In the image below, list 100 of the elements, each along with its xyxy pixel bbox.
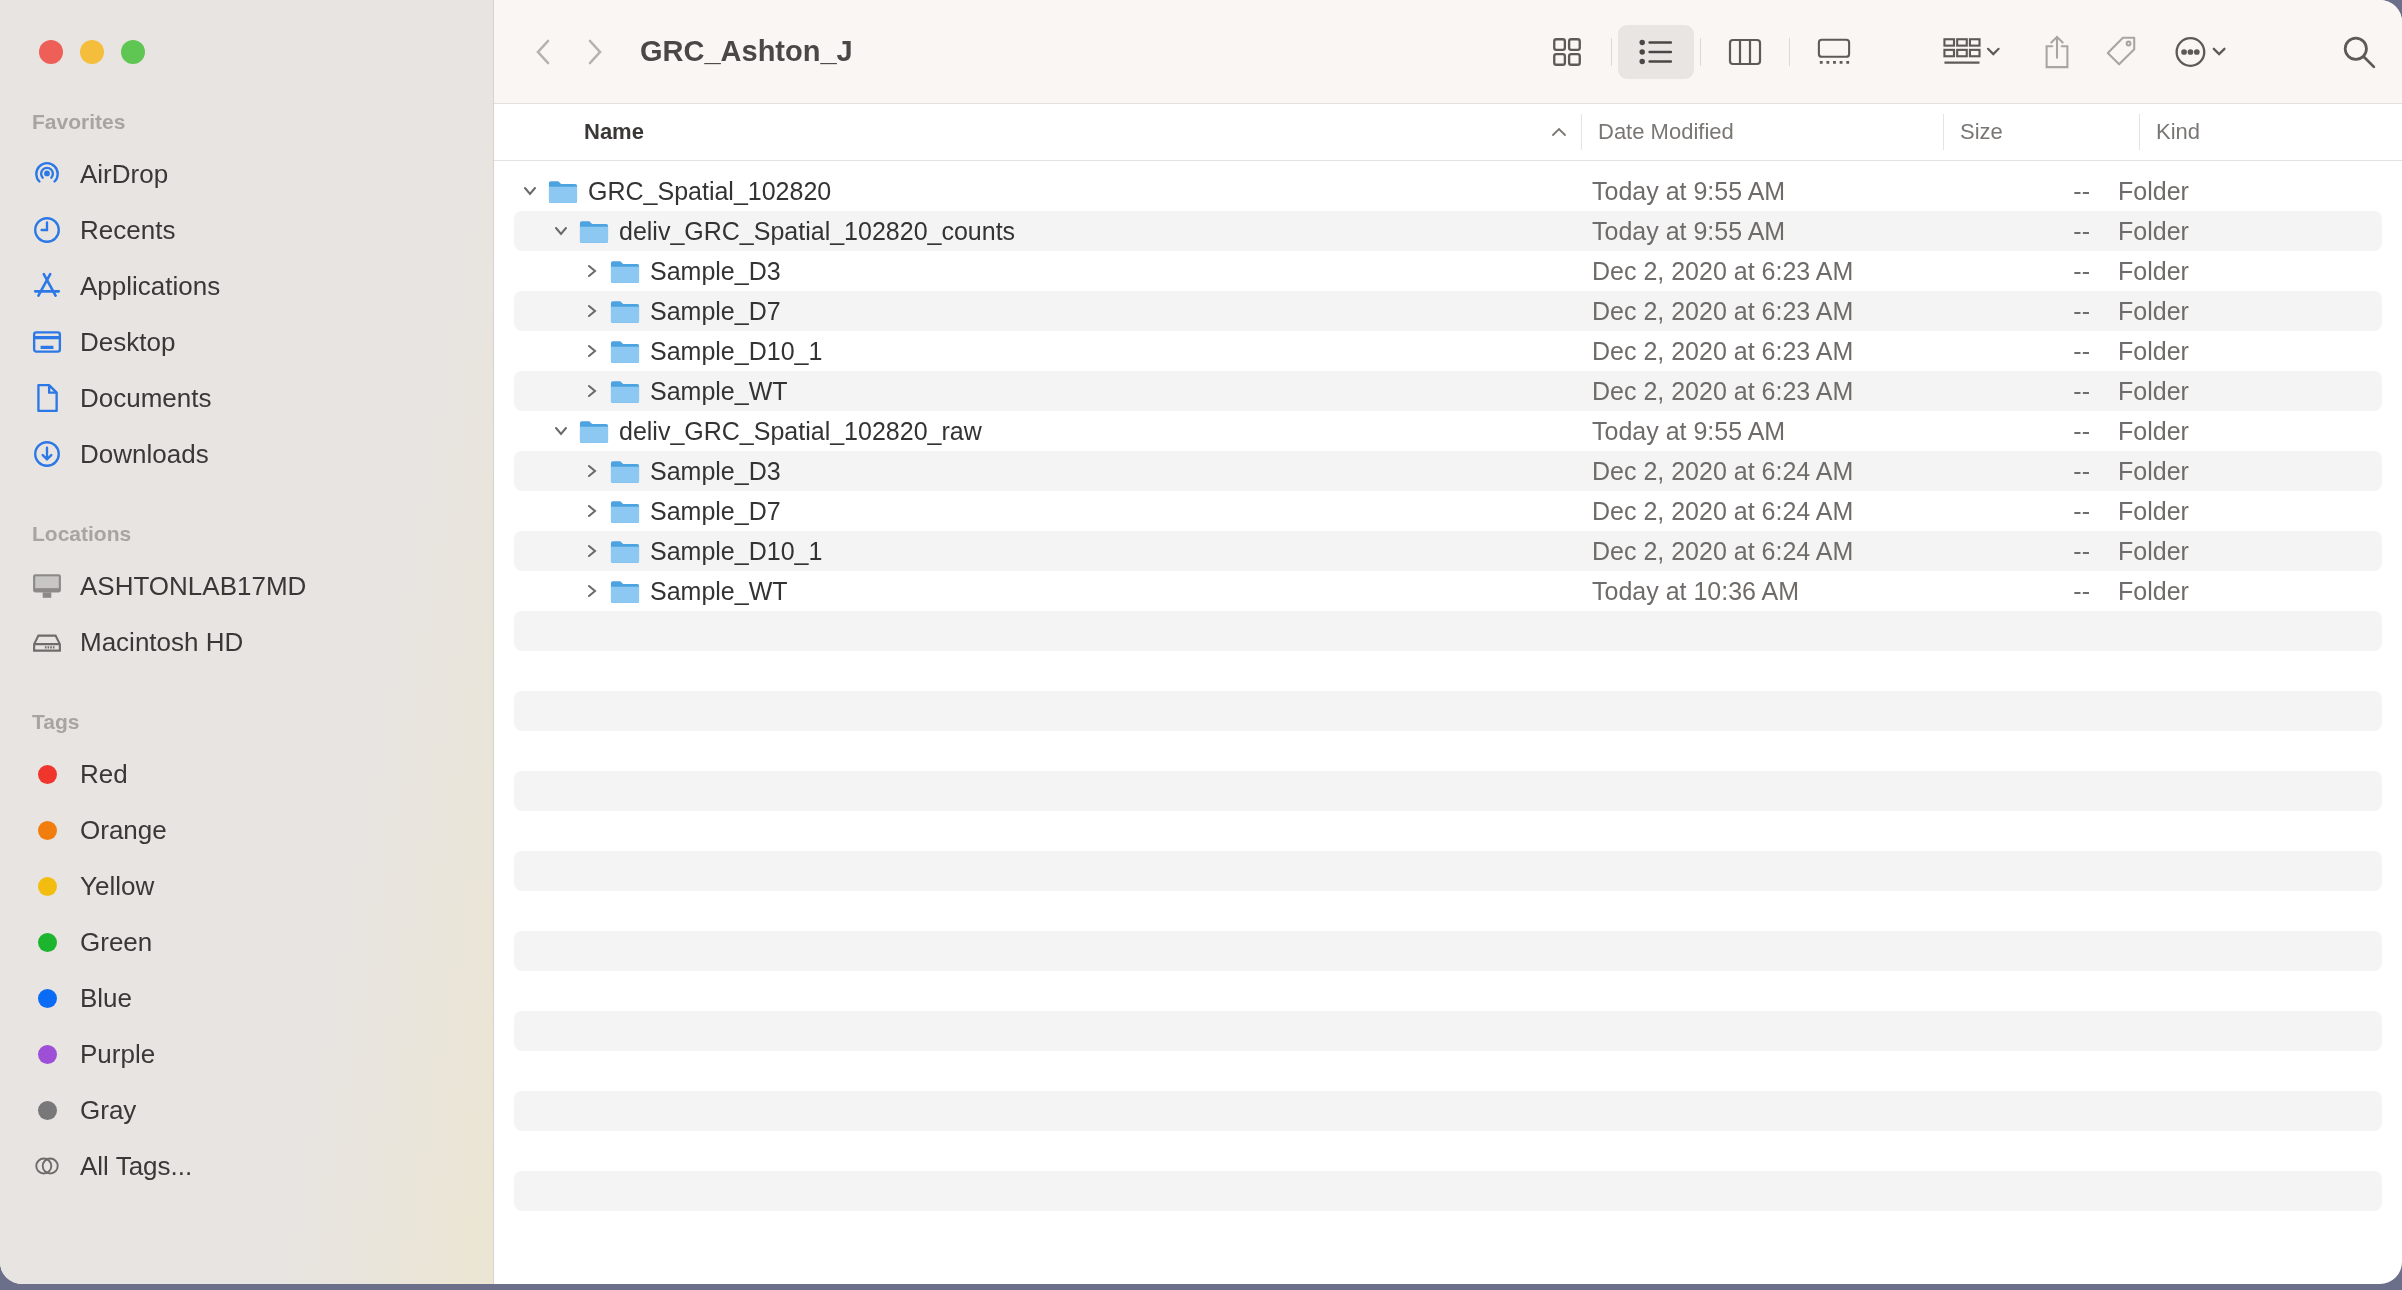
sidebar-item[interactable]: All Tags... [32, 1138, 493, 1194]
column-header[interactable]: Kind [2140, 114, 2402, 150]
file-row[interactable]: Sample_D3 Dec 2, 2020 at 6:24 AM -- Folder [514, 451, 2382, 491]
date-modified-cell-text: Today at 10:36 AM [1591, 576, 1801, 606]
sidebar-section-heading: Tags [32, 710, 81, 735]
sidebar-item[interactable]: ASHTONLAB17MD [32, 558, 493, 614]
folder-icon [548, 178, 578, 204]
sidebar-section-heading: Locations [32, 522, 133, 547]
file-row[interactable]: Sample_D3 Dec 2, 2020 at 6:23 AM -- Folder [514, 251, 2382, 291]
size-cell-text: -- [2072, 456, 2090, 486]
date-modified-cell-text: Dec 2, 2020 at 6:24 AM [1591, 496, 1855, 526]
file-name: deliv_GRC_Spatial_102820_counts [619, 216, 1016, 246]
sidebar-item[interactable]: Gray [32, 1082, 493, 1138]
size-cell-text: -- [2072, 296, 2090, 326]
ellipsis-dropdown-icon [2172, 34, 2228, 69]
column-header[interactable]: Name [494, 114, 1582, 150]
folder-icon [610, 498, 640, 524]
sidebar-section-heading: Favorites [32, 110, 127, 135]
sidebar-item[interactable]: Yellow [32, 858, 493, 914]
file-name: Sample_WT [650, 376, 788, 406]
date-modified-cell-text: Dec 2, 2020 at 6:23 AM [1591, 256, 1855, 286]
sidebar-item[interactable]: Orange [32, 802, 493, 858]
size-cell-text: -- [2072, 336, 2090, 366]
size-cell-text: -- [2072, 416, 2090, 446]
file-name: Sample_WT [650, 576, 788, 606]
kind-cell-text: Folder [2117, 176, 2189, 206]
file-name: Sample_D10_1 [650, 336, 823, 366]
folder-icon [579, 418, 609, 444]
kind-cell-text: Folder [2117, 296, 2189, 326]
date-modified-cell-text: Dec 2, 2020 at 6:23 AM [1591, 336, 1855, 366]
sidebar-item[interactable]: Purple [32, 1026, 493, 1082]
column-header[interactable]: Size [1944, 114, 2140, 150]
folder-icon [610, 378, 640, 404]
view-mode-button[interactable] [1618, 24, 1694, 79]
sidebar-item[interactable]: Blue [32, 970, 493, 1026]
file-name: GRC_Spatial_102820 [588, 176, 832, 206]
folder-icon [610, 298, 640, 324]
file-name: Sample_D10_1 [650, 536, 823, 566]
date-modified-cell-text: Today at 9:55 AM [1591, 176, 1787, 206]
kind-cell-text: Folder [2117, 256, 2189, 286]
column-header-label: Name [584, 119, 644, 145]
sidebar-item[interactable]: Downloads [32, 426, 493, 482]
size-cell-text: -- [2072, 216, 2090, 246]
sidebar-item[interactable]: Macintosh HD [32, 614, 493, 670]
column-header-label: Date Modified [1598, 119, 1734, 145]
folder-icon [610, 538, 640, 564]
file-row[interactable]: Sample_D7 Dec 2, 2020 at 6:24 AM -- Folder [514, 491, 2382, 531]
kind-cell-text: Folder [2117, 496, 2189, 526]
folder-icon [610, 458, 640, 484]
date-modified-cell-text: Dec 2, 2020 at 6:24 AM [1591, 456, 1855, 486]
folder-icon [610, 578, 640, 604]
sidebar-item[interactable]: AirDrop [32, 146, 493, 202]
file-row[interactable]: Sample_WT Today at 10:36 AM -- Folder [514, 571, 2382, 611]
folder-icon [610, 338, 640, 364]
date-modified-cell-text: Dec 2, 2020 at 6:23 AM [1591, 376, 1855, 406]
size-cell-text: -- [2072, 176, 2090, 206]
search-icon[interactable] [2342, 34, 2376, 69]
file-row[interactable]: GRC_Spatial_102820 Today at 9:55 AM -- Folder [514, 171, 2382, 211]
file-name: deliv_GRC_Spatial_102820_raw [619, 416, 982, 446]
size-cell-text: -- [2072, 376, 2090, 406]
size-cell-text: -- [2072, 576, 2090, 606]
column-header-label: Size [1960, 119, 2003, 145]
download-icon [32, 439, 62, 469]
size-cell-text: -- [2072, 496, 2090, 526]
date-modified-cell-text: Dec 2, 2020 at 6:24 AM [1591, 536, 1855, 566]
window-title: GRC_Ashton_J [640, 35, 853, 68]
sidebar-item[interactable]: Documents [32, 370, 493, 426]
sidebar-item[interactable]: Applications [32, 258, 493, 314]
file-row[interactable]: deliv_GRC_Spatial_102820_raw Today at 9:55 AM -- Folder [514, 411, 2382, 451]
file-name: Sample_D3 [650, 256, 781, 286]
clock-icon [32, 215, 62, 245]
file-row[interactable]: deliv_GRC_Spatial_102820_counts Today at 9:55 AM -- Folder [514, 211, 2382, 251]
file-row[interactable]: Sample_D7 Dec 2, 2020 at 6:23 AM -- Folder [514, 291, 2382, 331]
folder-icon [610, 258, 640, 284]
sidebar-item[interactable]: Recents [32, 202, 493, 258]
kind-cell-text: Folder [2117, 416, 2189, 446]
file-name: Sample_D7 [650, 296, 781, 326]
file-row[interactable]: Sample_WT Dec 2, 2020 at 6:23 AM -- Folder [514, 371, 2382, 411]
date-modified-cell-text: Today at 9:55 AM [1591, 216, 1787, 246]
kind-cell-text: Folder [2117, 376, 2189, 406]
file-row[interactable]: Sample_D10_1 Dec 2, 2020 at 6:24 AM -- Folder [514, 531, 2382, 571]
date-modified-cell-text: Dec 2, 2020 at 6:23 AM [1591, 296, 1855, 326]
kind-cell-text: Folder [2117, 576, 2189, 606]
date-modified-cell-text: Today at 9:55 AM [1591, 416, 1787, 446]
sidebar-item[interactable]: Desktop [32, 314, 493, 370]
kind-cell-text: Folder [2117, 456, 2189, 486]
sidebar-item[interactable]: Green [32, 914, 493, 970]
kind-cell-text: Folder [2117, 536, 2189, 566]
file-row[interactable]: Sample_D10_1 Dec 2, 2020 at 6:23 AM -- Folder [514, 331, 2382, 371]
file-name: Sample_D7 [650, 496, 781, 526]
folder-icon [579, 218, 609, 244]
column-header-label: Kind [2156, 119, 2201, 145]
size-cell-text: -- [2072, 256, 2090, 286]
close-button[interactable] [39, 40, 63, 64]
kind-cell-text: Folder [2117, 216, 2189, 246]
file-name: Sample_D3 [650, 456, 781, 486]
size-cell-text: -- [2072, 536, 2090, 566]
sidebar-item[interactable]: Red [32, 746, 493, 802]
column-header[interactable]: Date Modified [1582, 114, 1944, 150]
computer-icon [32, 571, 62, 601]
